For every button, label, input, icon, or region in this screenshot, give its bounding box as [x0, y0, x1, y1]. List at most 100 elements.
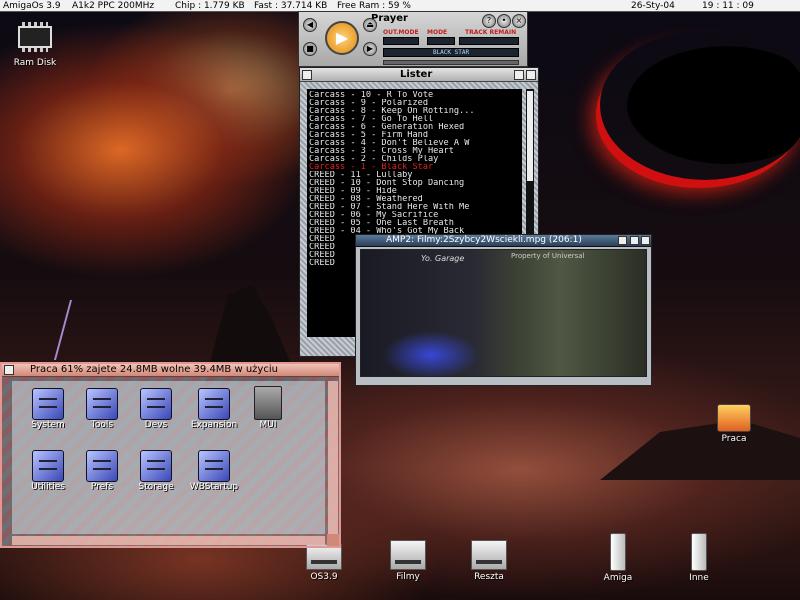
drawer-vertical-scrollbar[interactable] [328, 381, 338, 534]
scrollbar-knob[interactable] [527, 91, 533, 181]
drawer-label: MUI [259, 420, 277, 430]
zoom-icon[interactable] [618, 236, 627, 245]
minimize-icon[interactable]: • [497, 14, 511, 28]
resize-handle[interactable] [327, 534, 339, 546]
harddisk-icon [390, 540, 426, 570]
play-button[interactable]: ▶ [325, 21, 359, 55]
praca-drive-icon[interactable]: Praca [704, 404, 764, 444]
track-item[interactable]: Carcass - 6 - Generation Hexed [309, 123, 520, 131]
filmy-drive-icon[interactable]: Filmy [378, 540, 438, 582]
mode-display[interactable] [427, 37, 455, 45]
track-item[interactable]: CREED - 09 - Hide [309, 187, 520, 195]
depth-icon[interactable] [641, 236, 650, 245]
reszta-label: Reszta [474, 572, 504, 582]
tower-icon [610, 533, 626, 571]
outmode-display[interactable] [383, 37, 419, 45]
mountain-wallpaper [600, 420, 800, 480]
track-item[interactable]: Carcass - 10 - R To Vote [309, 91, 520, 99]
inne-drive-icon[interactable]: Inne [669, 533, 729, 583]
track-item[interactable]: CREED - 08 - Weathered [309, 195, 520, 203]
track-item[interactable]: Carcass - 2 - Childs Play [309, 155, 520, 163]
close-icon[interactable]: × [512, 14, 526, 28]
drawer-icon [140, 450, 172, 482]
drawer-icon [86, 388, 118, 420]
drawer-storage[interactable]: Storage [126, 450, 186, 492]
close-icon[interactable] [4, 365, 14, 375]
track-item[interactable]: CREED - 06 - My Sacrifice [309, 211, 520, 219]
menubar-cpu: A1k2 PPC 200MHz [72, 1, 155, 11]
video-frame[interactable]: Yo. Garage Property of Universal [360, 249, 647, 377]
track-item[interactable]: Carcass - 7 - Go To Hell [309, 115, 520, 123]
rewind-button[interactable]: ◀ [303, 18, 317, 32]
close-icon[interactable] [302, 70, 312, 80]
drawer-utilities[interactable]: Utilities [18, 450, 78, 492]
praca-window-title: Praca 61% zajete 24.8MB wolne 39.4MB w u… [30, 364, 278, 375]
praca-titlebar[interactable]: Praca 61% zajete 24.8MB wolne 39.4MB w u… [2, 364, 339, 377]
amiga-label: Amiga [603, 573, 633, 583]
os39-drive-icon[interactable]: OS3.9 [294, 544, 354, 582]
video-copyright-text: Property of Universal [511, 252, 585, 260]
lister-title: Lister [400, 69, 433, 80]
track-item[interactable]: CREED - 05 - One Last Breath [309, 219, 520, 227]
time-display [459, 37, 519, 45]
harddisk-icon [471, 540, 507, 570]
track-item[interactable]: Carcass - 4 - Don't Believe A W [309, 139, 520, 147]
eject-button[interactable]: ⏏ [363, 18, 377, 32]
amiga-drive-icon[interactable]: Amiga [588, 533, 648, 583]
ramdisk-label: Ram Disk [13, 58, 57, 68]
track-item[interactable]: CREED - 10 - Dont Stop Dancing [309, 179, 520, 187]
drawer-label: Storage [138, 482, 174, 492]
drawer-label: Prefs [90, 482, 114, 492]
help-icon[interactable]: ? [482, 14, 496, 28]
amp-titlebar[interactable]: AMP2: Filmy:2Szybcy2Wsciekli.mpg (206:1) [356, 235, 651, 247]
menubar-time: 19 : 11 : 09 [702, 1, 754, 11]
menubar-os: AmigaOs 3.9 [3, 1, 61, 11]
track-name-display: BLACK STAR [383, 48, 519, 57]
track-item[interactable]: Carcass - 9 - Polarized [309, 99, 520, 107]
track-item[interactable]: Carcass - 1 - Black Star [309, 163, 520, 171]
drawer-mui[interactable]: MUI [238, 386, 298, 430]
ram-chip-icon [18, 22, 52, 52]
zoom-icon[interactable] [514, 70, 524, 80]
mode-label: MODE [427, 29, 448, 36]
drawer-tools[interactable]: Tools [72, 388, 132, 430]
lightning-wallpaper [53, 300, 91, 360]
inne-label: Inne [689, 573, 709, 583]
iconify-icon[interactable] [630, 236, 639, 245]
drawer-devs[interactable]: Devs [126, 388, 186, 430]
lister-titlebar[interactable]: Lister [300, 68, 538, 82]
reszta-drive-icon[interactable]: Reszta [459, 540, 519, 582]
forward-button[interactable]: ▶ [363, 42, 377, 56]
ramdisk-icon[interactable]: Ram Disk [5, 22, 65, 68]
drawer-icon [198, 450, 230, 482]
track-remain-label: TRACK REMAIN [465, 29, 517, 36]
depth-icon[interactable] [526, 70, 536, 80]
drawer-icon [32, 450, 64, 482]
seek-slider[interactable] [383, 60, 519, 65]
outmode-label: OUT.MODE [383, 29, 419, 36]
drawer-icon [86, 450, 118, 482]
drawer-icon [140, 388, 172, 420]
prayer-player-window[interactable]: Prayer ◀ ■ ▶ ⏏ ▶ ? • × OUT.MODE MODE TRA… [298, 11, 528, 67]
track-item[interactable]: CREED - 07 - Stand Here With Me [309, 203, 520, 211]
eclipse-wallpaper [600, 30, 800, 180]
drawer-system[interactable]: System [18, 388, 78, 430]
drawer-prefs[interactable]: Prefs [72, 450, 132, 492]
drawer-label: Tools [90, 420, 114, 430]
amp-title: AMP2: Filmy:2Szybcy2Wsciekli.mpg (206:1) [386, 235, 582, 245]
drawer-wbstartup[interactable]: WBStartup [184, 450, 244, 492]
drawer-label: WBStartup [189, 482, 239, 492]
drawer-expansion[interactable]: Expansion [184, 388, 244, 430]
track-item[interactable]: Carcass - 3 - Cross My Heart [309, 147, 520, 155]
praca-drawer-window[interactable]: Praca 61% zajete 24.8MB wolne 39.4MB w u… [0, 362, 341, 548]
praca-label: Praca [721, 434, 747, 444]
filmy-label: Filmy [396, 572, 420, 582]
amp-video-window[interactable]: AMP2: Filmy:2Szybcy2Wsciekli.mpg (206:1)… [355, 234, 652, 386]
video-sign-text: Yo. Garage [421, 254, 465, 263]
tower-icon [691, 533, 707, 571]
track-item[interactable]: Carcass - 8 - Keep On Rotting... [309, 107, 520, 115]
stop-button[interactable]: ■ [303, 42, 317, 56]
track-item[interactable]: Carcass - 5 - Firm Hand [309, 131, 520, 139]
drawer-horizontal-scrollbar[interactable] [12, 536, 325, 545]
track-item[interactable]: CREED - 11 - Lullaby [309, 171, 520, 179]
